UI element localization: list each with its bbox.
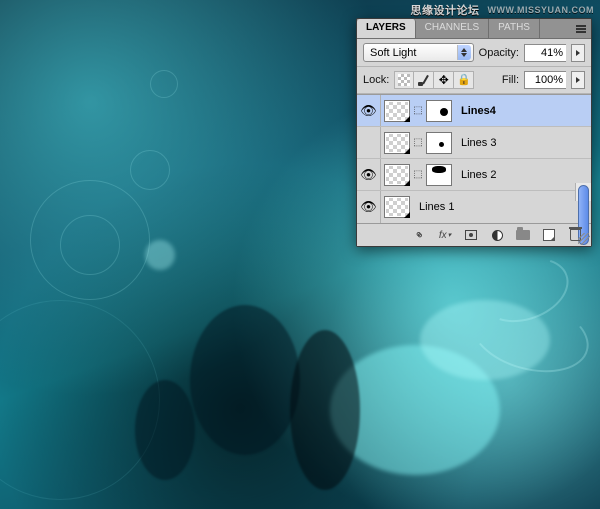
layer-thumbnail[interactable]: [384, 100, 410, 122]
link-layers-button[interactable]: ⚭: [411, 227, 427, 243]
chevron-down-icon: ▾: [448, 231, 452, 239]
link-icon: ⚭: [410, 226, 427, 243]
layer-mask-thumbnail[interactable]: [426, 100, 452, 122]
mask-link-icon[interactable]: ⬚: [412, 100, 424, 122]
layer-mask-thumbnail[interactable]: [426, 164, 452, 186]
layer-row[interactable]: ⬚ Lines 3: [357, 127, 591, 159]
layer-scrollbar[interactable]: [575, 183, 591, 201]
layer-styles-button[interactable]: fx▾: [437, 227, 453, 243]
watermark-en: WWW.MISSYUAN.COM: [488, 5, 595, 15]
panel-menu-button[interactable]: [571, 19, 591, 38]
blend-mode-value: Soft Light: [370, 47, 416, 59]
layer-thumbnail[interactable]: [384, 164, 410, 186]
fill-label: Fill:: [502, 74, 519, 86]
visibility-toggle[interactable]: [357, 127, 381, 158]
watermark-cn: 思缘设计论坛: [411, 2, 480, 18]
lock-icon: 🔒: [457, 75, 471, 86]
layer-mask-thumbnail[interactable]: [426, 132, 452, 154]
opacity-value: 41%: [541, 47, 563, 59]
layer-name[interactable]: Lines 2: [455, 169, 496, 181]
select-stepper-icon: [457, 45, 471, 60]
panel-resize-grip[interactable]: [578, 233, 590, 245]
mask-icon: [465, 230, 477, 240]
lock-transparency-button[interactable]: [394, 71, 414, 89]
new-group-button[interactable]: [515, 227, 531, 243]
eye-icon: 👁: [360, 199, 377, 215]
lock-button-group: ✥ 🔒: [394, 71, 474, 89]
layer-thumbnail[interactable]: [384, 196, 410, 218]
eye-icon: 👁: [360, 167, 377, 183]
new-layer-button[interactable]: [541, 227, 557, 243]
layer-name[interactable]: Lines 3: [455, 137, 496, 149]
transparency-icon: [398, 74, 410, 86]
opacity-label: Opacity:: [479, 47, 519, 59]
lock-pixels-button[interactable]: [414, 71, 434, 89]
lock-label: Lock:: [363, 74, 389, 86]
layer-row[interactable]: 👁 ⬚ Lines4: [357, 95, 591, 127]
mask-link-icon[interactable]: ⬚: [412, 164, 424, 186]
fill-flyout-button[interactable]: [571, 71, 585, 89]
lock-all-button[interactable]: 🔒: [454, 71, 474, 89]
visibility-toggle[interactable]: 👁: [357, 159, 381, 190]
move-icon: ✥: [439, 74, 449, 86]
layer-row[interactable]: 👁 Lines 1: [357, 191, 591, 223]
adjustment-layer-button[interactable]: [489, 227, 505, 243]
fx-icon: fx: [439, 230, 447, 241]
add-mask-button[interactable]: [463, 227, 479, 243]
tab-channels[interactable]: CHANNELS: [416, 19, 489, 38]
visibility-toggle[interactable]: 👁: [357, 191, 381, 223]
adjustment-icon: [492, 230, 503, 241]
opacity-flyout-button[interactable]: [571, 44, 585, 62]
lock-position-button[interactable]: ✥: [434, 71, 454, 89]
fill-field[interactable]: 100%: [524, 71, 566, 89]
panel-footer: ⚭ fx▾: [357, 224, 591, 246]
layer-list: 👁 ⬚ Lines4 ⬚ Lines 3 👁 ⬚: [357, 94, 591, 224]
tab-paths[interactable]: PATHS: [489, 19, 540, 38]
new-layer-icon: [543, 229, 555, 241]
folder-icon: [516, 230, 530, 240]
triangle-right-icon: [576, 77, 580, 83]
layer-name[interactable]: Lines4: [455, 105, 496, 117]
brush-icon: [418, 74, 430, 86]
fill-value: 100%: [535, 74, 563, 86]
layer-row[interactable]: 👁 ⬚ Lines 2: [357, 159, 591, 191]
layer-thumbnails: ⬚: [381, 164, 455, 186]
mask-link-icon[interactable]: ⬚: [412, 132, 424, 154]
menu-icon: [576, 25, 586, 33]
layer-name[interactable]: Lines 1: [413, 201, 454, 213]
triangle-right-icon: [576, 50, 580, 56]
blend-mode-select[interactable]: Soft Light: [363, 43, 474, 62]
layer-thumbnail[interactable]: [384, 132, 410, 154]
layers-panel: LAYERS CHANNELS PATHS Soft Light Opacity…: [356, 18, 592, 247]
layer-thumbnails: ⬚: [381, 132, 455, 154]
opacity-field[interactable]: 41%: [524, 44, 566, 62]
tab-layers[interactable]: LAYERS: [357, 19, 416, 38]
layer-thumbnails: [381, 196, 413, 218]
watermark: 思缘设计论坛 WWW.MISSYUAN.COM: [411, 2, 595, 18]
eye-icon: 👁: [360, 103, 377, 119]
lock-fill-row: Lock: ✥ 🔒 Fill: 100%: [357, 67, 591, 94]
visibility-toggle[interactable]: 👁: [357, 95, 381, 126]
layer-thumbnails: ⬚: [381, 100, 455, 122]
panel-tabbar: LAYERS CHANNELS PATHS: [357, 19, 591, 39]
blend-opacity-row: Soft Light Opacity: 41%: [357, 39, 591, 67]
